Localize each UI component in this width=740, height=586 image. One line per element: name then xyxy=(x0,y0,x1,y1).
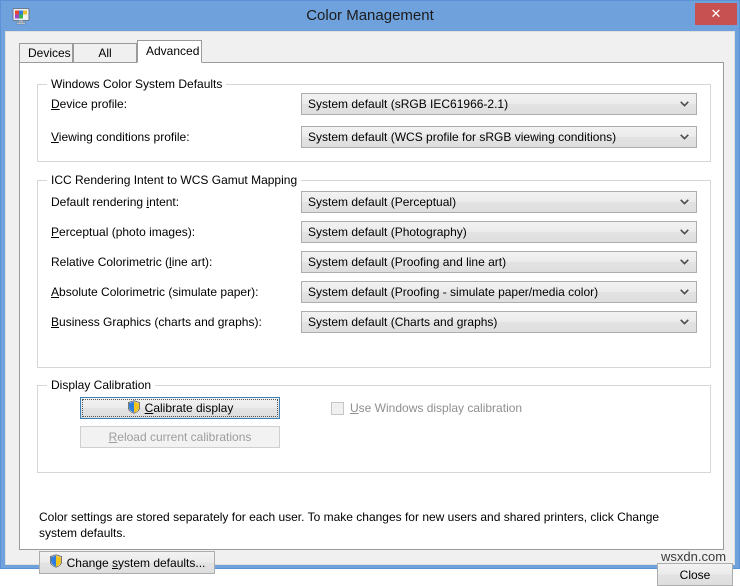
use-windows-display-calibration-checkbox[interactable]: Use Windows display calibration xyxy=(331,401,522,415)
combo-device-profile[interactable]: System default (sRGB IEC61966-2.1) xyxy=(301,93,697,115)
change-system-defaults-label: Change system defaults... xyxy=(67,556,206,570)
dialog-body: Devices All Profiles Advanced Windows Co… xyxy=(5,31,735,565)
combo-relative-colorimetric[interactable]: System default (Proofing and line art) xyxy=(301,251,697,273)
calibrate-display-label: Calibrate display xyxy=(145,401,234,415)
combo-default-rendering-intent-value: System default (Perceptual) xyxy=(308,192,456,212)
window-title: Color Management xyxy=(1,1,739,31)
window-close-button[interactable]: ✕ xyxy=(695,3,737,25)
combo-default-rendering-intent[interactable]: System default (Perceptual) xyxy=(301,191,697,213)
title-bar: Color Management ✕ xyxy=(1,1,739,31)
group-title-icc-mapping: ICC Rendering Intent to WCS Gamut Mappin… xyxy=(47,173,301,187)
reload-current-calibrations-button[interactable]: Reload current calibrations xyxy=(80,426,280,448)
close-dialog-button[interactable]: Close xyxy=(657,563,733,586)
change-system-defaults-button[interactable]: Change system defaults... xyxy=(39,551,215,574)
uac-shield-icon xyxy=(49,554,63,571)
group-title-display-calibration: Display Calibration xyxy=(47,378,155,392)
label-device-profile: Device profile: xyxy=(51,97,127,111)
label-relative-colorimetric: Relative Colorimetric (line art): xyxy=(51,255,212,269)
combo-business-graphics-value: System default (Charts and graphs) xyxy=(308,312,497,332)
combo-viewing-conditions-profile[interactable]: System default (WCS profile for sRGB vie… xyxy=(301,126,697,148)
tab-devices[interactable]: Devices xyxy=(19,43,73,62)
chevron-down-icon xyxy=(678,127,690,147)
calibrate-display-button[interactable]: Calibrate display xyxy=(80,397,280,419)
combo-absolute-colorimetric-value: System default (Proofing - simulate pape… xyxy=(308,282,598,302)
combo-business-graphics[interactable]: System default (Charts and graphs) xyxy=(301,311,697,333)
combo-perceptual-value: System default (Photography) xyxy=(308,222,467,242)
use-windows-display-calibration-label: Use Windows display calibration xyxy=(350,401,522,415)
group-title-wcs-defaults: Windows Color System Defaults xyxy=(47,77,226,91)
group-display-calibration: Display Calibration Calibrate display xyxy=(37,385,711,473)
chevron-down-icon xyxy=(678,312,690,332)
chevron-down-icon xyxy=(678,192,690,212)
chevron-down-icon xyxy=(678,282,690,302)
color-management-window: Color Management ✕ Devices All Profiles … xyxy=(0,0,740,569)
tab-advanced[interactable]: Advanced xyxy=(137,40,202,63)
chevron-down-icon xyxy=(678,94,690,114)
checkbox-box-icon xyxy=(331,402,344,415)
label-perceptual: Perceptual (photo images): xyxy=(51,225,195,239)
group-windows-color-system-defaults: Windows Color System Defaults Device pro… xyxy=(37,84,711,162)
combo-perceptual[interactable]: System default (Photography) xyxy=(301,221,697,243)
group-icc-rendering-intent: ICC Rendering Intent to WCS Gamut Mappin… xyxy=(37,180,711,368)
tab-all-profiles[interactable]: All Profiles xyxy=(73,43,137,62)
combo-relative-colorimetric-value: System default (Proofing and line art) xyxy=(308,252,506,272)
label-absolute-colorimetric: Absolute Colorimetric (simulate paper): xyxy=(51,285,258,299)
uac-shield-icon xyxy=(127,400,141,417)
combo-viewing-conditions-value: System default (WCS profile for sRGB vie… xyxy=(308,127,616,147)
combo-absolute-colorimetric[interactable]: System default (Proofing - simulate pape… xyxy=(301,281,697,303)
chevron-down-icon xyxy=(678,252,690,272)
chevron-down-icon xyxy=(678,222,690,242)
reload-current-calibrations-label: Reload current calibrations xyxy=(109,430,252,444)
watermark-text: wsxdn.com xyxy=(661,549,726,564)
label-default-rendering-intent: Default rendering intent: xyxy=(51,195,179,209)
label-business-graphics: Business Graphics (charts and graphs): xyxy=(51,315,262,329)
color-settings-info-text: Color settings are stored separately for… xyxy=(39,509,699,541)
label-viewing-conditions-profile: Viewing conditions profile: xyxy=(51,130,190,144)
combo-device-profile-value: System default (sRGB IEC61966-2.1) xyxy=(308,94,508,114)
advanced-tab-panel: Windows Color System Defaults Device pro… xyxy=(19,62,724,550)
